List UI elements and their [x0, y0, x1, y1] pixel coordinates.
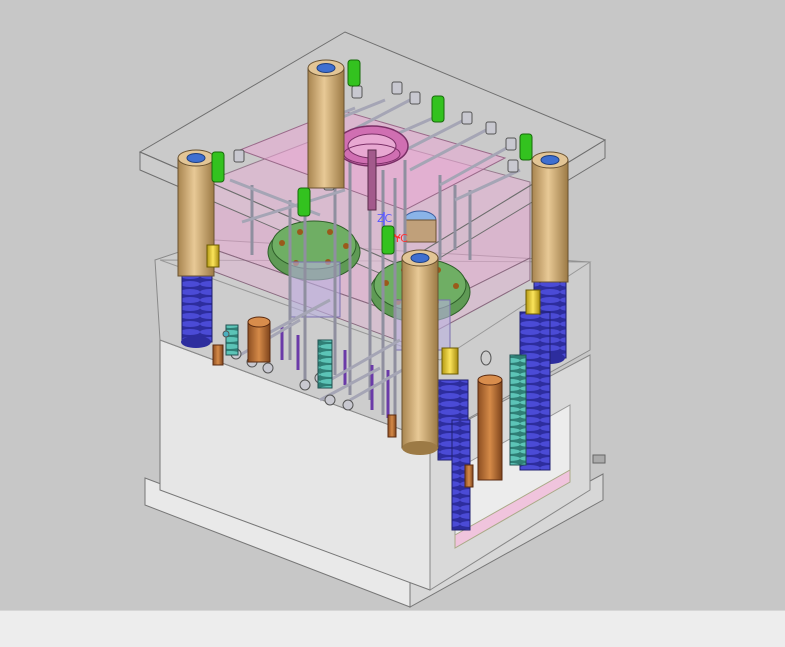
status-bar — [0, 610, 785, 647]
mold-assembly-model[interactable]: ZC YC — [0, 0, 785, 610]
guide-pillar-back[interactable] — [307, 59, 345, 189]
triad-y-label: YC — [393, 232, 408, 245]
cad-viewport[interactable]: ZC YC — [0, 0, 785, 610]
triad-z-label: ZC — [377, 212, 393, 225]
